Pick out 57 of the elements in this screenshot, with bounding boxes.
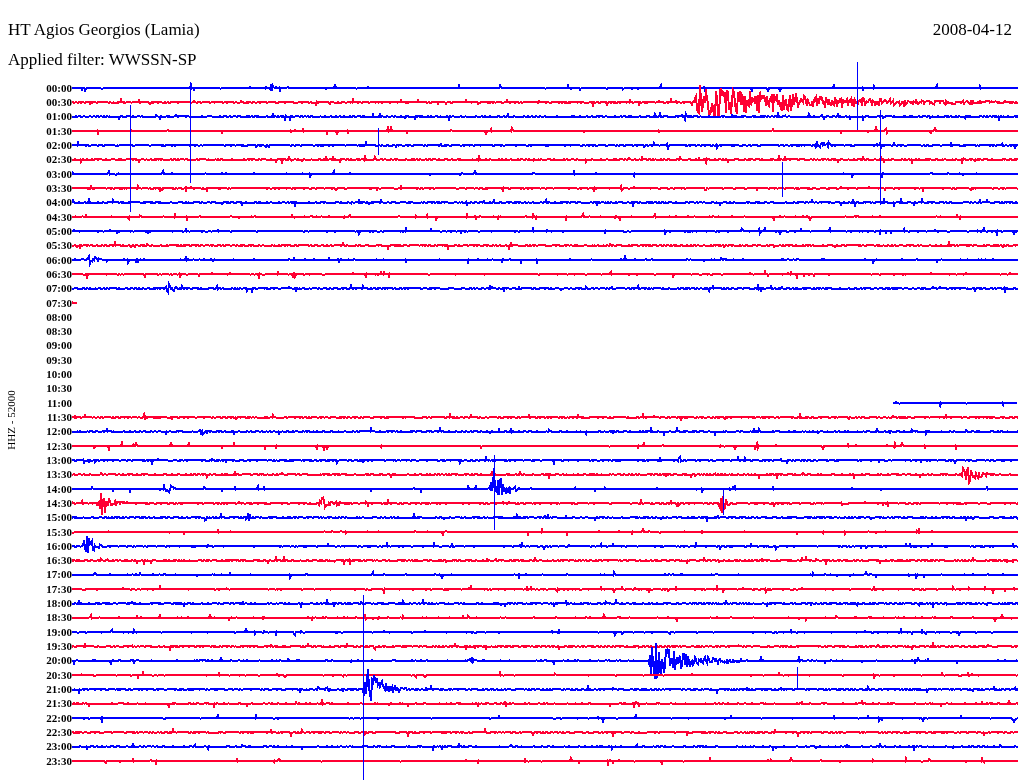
time-label: 15:30 xyxy=(46,524,72,539)
time-label: 22:30 xyxy=(46,724,72,740)
time-label: 12:30 xyxy=(46,438,72,453)
time-label: 13:00 xyxy=(46,452,72,468)
time-label: 01:30 xyxy=(46,123,72,139)
time-label: 11:30 xyxy=(46,410,72,425)
time-label: 16:30 xyxy=(46,553,72,568)
time-label: 16:00 xyxy=(46,538,72,554)
time-label: 01:00 xyxy=(46,109,72,124)
time-label: 05:30 xyxy=(46,238,72,253)
time-label: 20:00 xyxy=(46,653,72,668)
time-label: 11:00 xyxy=(46,395,72,410)
spike-line xyxy=(781,161,783,198)
time-label: 00:30 xyxy=(46,95,72,110)
spike-line xyxy=(796,666,798,689)
time-label: 17:30 xyxy=(46,581,72,597)
time-label: 19:30 xyxy=(46,639,72,654)
time-label: 21:30 xyxy=(46,696,72,711)
station-title: HT Agios Georgios (Lamia) xyxy=(8,20,200,40)
time-label: 10:00 xyxy=(46,367,72,382)
time-label: 08:30 xyxy=(46,324,72,339)
time-label: 03:30 xyxy=(46,181,72,196)
time-label: 18:30 xyxy=(46,610,72,625)
time-label: 00:00 xyxy=(46,80,72,96)
time-label: 05:00 xyxy=(46,223,72,239)
time-label: 18:00 xyxy=(46,596,72,611)
time-label: 04:00 xyxy=(46,195,72,210)
time-label: 06:00 xyxy=(46,252,72,267)
filter-label: Applied filter: WWSSN-SP xyxy=(7,50,198,70)
time-label: 22:00 xyxy=(46,710,72,725)
time-label: 17:00 xyxy=(46,567,72,582)
spike-line xyxy=(377,127,379,156)
spike-line xyxy=(722,489,724,516)
channel-axis-label: HHZ - 52000 xyxy=(5,390,17,450)
time-label: 06:30 xyxy=(46,266,72,282)
time-label: 19:00 xyxy=(46,624,72,639)
time-label: 21:00 xyxy=(46,681,72,697)
time-label: 08:00 xyxy=(46,309,72,325)
time-label: 23:00 xyxy=(46,739,72,754)
date-label: 2008-04-12 xyxy=(932,20,1012,40)
time-label: 09:00 xyxy=(46,338,72,353)
time-label: 15:00 xyxy=(46,510,72,525)
time-label: 04:30 xyxy=(46,209,72,224)
time-label: 03:00 xyxy=(46,166,72,181)
time-label: 20:30 xyxy=(46,667,72,682)
time-label: 07:00 xyxy=(46,281,72,296)
time-label: 07:30 xyxy=(46,295,72,310)
time-label: 12:00 xyxy=(46,424,72,439)
time-label: 09:30 xyxy=(46,352,72,368)
time-label: 10:30 xyxy=(46,381,72,396)
time-label: 23:30 xyxy=(46,753,72,768)
time-label: 02:30 xyxy=(46,152,72,167)
time-label: 14:00 xyxy=(46,481,72,496)
spike-line xyxy=(856,61,858,131)
time-label: 14:30 xyxy=(46,495,72,511)
time-label: 13:30 xyxy=(46,467,72,482)
time-label: 02:00 xyxy=(46,138,72,153)
